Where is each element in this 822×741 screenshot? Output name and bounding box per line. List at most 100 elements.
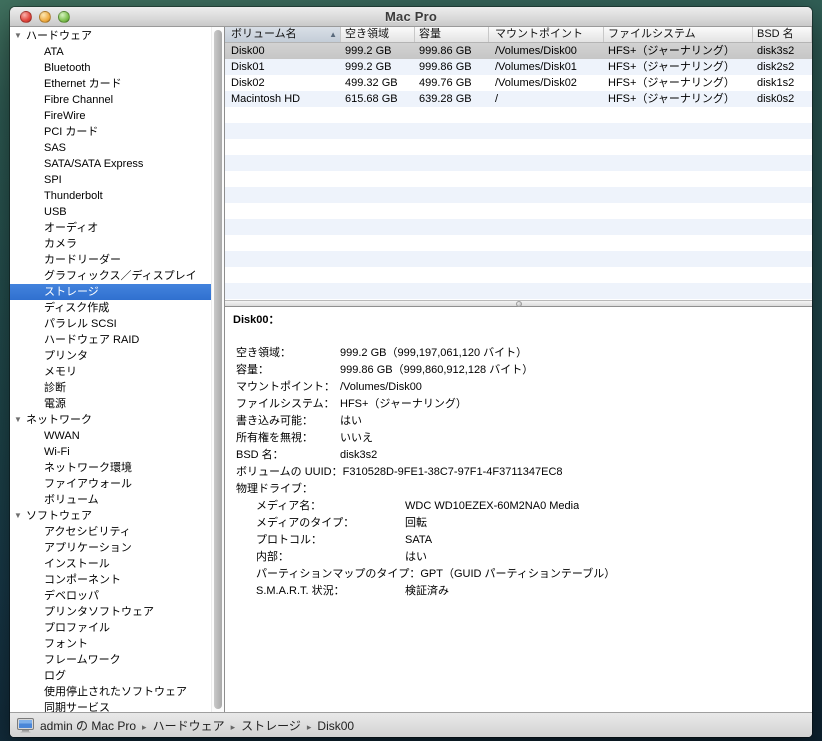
detail-label: 所有権を無視： <box>225 430 340 447</box>
sidebar-item-4[interactable]: Fibre Channel <box>10 92 211 108</box>
sidebar-item-34[interactable]: コンポーネント <box>10 572 211 588</box>
detail-row-5: 所有権を無視：いいえ <box>225 430 812 447</box>
sidebar-item-17[interactable]: ディスク作成 <box>10 300 211 316</box>
sidebar-item-14[interactable]: カードリーダー <box>10 252 211 268</box>
sidebar-item-15[interactable]: グラフィックス／ディスプレイ <box>10 268 211 284</box>
table-cell: /Volumes/Disk02 <box>489 75 604 91</box>
sidebar-item-16[interactable]: ストレージ <box>10 284 211 300</box>
detail-label: マウントポイント： <box>225 379 340 396</box>
sidebar-item-22[interactable]: 診断 <box>10 380 211 396</box>
column-header-4[interactable]: ファイルシステム <box>604 27 753 42</box>
sidebar-item-5[interactable]: FireWire <box>10 108 211 124</box>
sidebar-scrollbar[interactable] <box>211 27 225 712</box>
sidebar-item-label: プロファイル <box>44 622 110 634</box>
column-header-label: マウントポイント <box>495 27 583 42</box>
table-cell: HFS+（ジャーナリング） <box>604 43 753 59</box>
detail-value: はい <box>405 549 427 566</box>
close-button[interactable] <box>20 11 32 23</box>
minimize-button[interactable] <box>39 11 51 23</box>
sidebar-item-39[interactable]: フレームワーク <box>10 652 211 668</box>
column-header-0[interactable]: ボリューム名▲ <box>225 27 341 42</box>
sidebar-item-11[interactable]: USB <box>10 204 211 220</box>
sidebar-item-23[interactable]: 電源 <box>10 396 211 412</box>
sidebar-item-label: 使用停止されたソフトウェア <box>44 686 187 698</box>
sidebar-item-36[interactable]: プリンタソフトウェア <box>10 604 211 620</box>
table-cell: disk3s2 <box>753 43 812 59</box>
sidebar-item-32[interactable]: アプリケーション <box>10 540 211 556</box>
volume-detail-pane: Disk00： 空き領域：999.2 GB（999,197,061,120 バイ… <box>225 307 812 712</box>
breadcrumb-separator-icon: ▸ <box>231 722 236 732</box>
sidebar-item-40[interactable]: ログ <box>10 668 211 684</box>
sidebar-item-13[interactable]: カメラ <box>10 236 211 252</box>
table-cell: HFS+（ジャーナリング） <box>604 75 753 91</box>
column-header-label: 容量 <box>419 27 441 42</box>
sidebar-item-28[interactable]: ファイアウォール <box>10 476 211 492</box>
sidebar-item-26[interactable]: Wi-Fi <box>10 444 211 460</box>
detail-rows: 空き領域：999.2 GB（999,197,061,120 バイト）容量：999… <box>225 345 812 600</box>
sidebar-item-33[interactable]: インストール <box>10 556 211 572</box>
sidebar-item-label: フォント <box>44 638 88 650</box>
detail-value: WDC WD10EZEX-60M2NA0 Media <box>405 498 579 515</box>
sidebar-item-38[interactable]: フォント <box>10 636 211 652</box>
detail-value: disk3s2 <box>340 447 377 464</box>
sidebar-item-7[interactable]: SAS <box>10 140 211 156</box>
sidebar-item-19[interactable]: ハードウェア RAID <box>10 332 211 348</box>
disclosure-triangle-icon[interactable]: ▼ <box>14 508 26 524</box>
sidebar-item-label: プリンタソフトウェア <box>44 606 154 618</box>
sidebar-item-20[interactable]: プリンタ <box>10 348 211 364</box>
table-cell: 999.86 GB <box>415 59 489 75</box>
table-row-Disk00[interactable]: Disk00999.2 GB999.86 GB/Volumes/Disk00HF… <box>225 43 812 59</box>
breadcrumb-separator-icon: ▸ <box>307 722 312 732</box>
pane-splitter[interactable] <box>225 300 812 307</box>
window-title: Mac Pro <box>385 9 437 24</box>
table-cell: 499.76 GB <box>415 75 489 91</box>
sidebar-item-41[interactable]: 使用停止されたソフトウェア <box>10 684 211 700</box>
sidebar-group-30[interactable]: ▼ソフトウェア <box>10 508 211 524</box>
zoom-button[interactable] <box>58 11 70 23</box>
sidebar-group-24[interactable]: ▼ネットワーク <box>10 412 211 428</box>
table-cell: HFS+（ジャーナリング） <box>604 59 753 75</box>
sidebar-item-label: ATA <box>44 46 64 58</box>
sidebar-item-27[interactable]: ネットワーク環境 <box>10 460 211 476</box>
sidebar-item-25[interactable]: WWAN <box>10 428 211 444</box>
sidebar-group-0[interactable]: ▼ハードウェア <box>10 28 211 44</box>
sidebar-item-37[interactable]: プロファイル <box>10 620 211 636</box>
sidebar-item-6[interactable]: PCI カード <box>10 124 211 140</box>
sidebar-scrollbar-thumb[interactable] <box>214 30 222 709</box>
sidebar-item-label: Wi-Fi <box>44 446 70 458</box>
detail-label: S.M.A.R.T. 状況： <box>225 583 405 600</box>
sidebar-item-21[interactable]: メモリ <box>10 364 211 380</box>
sidebar-item-label: ハードウェア RAID <box>44 334 139 346</box>
table-cell: disk0s2 <box>753 91 812 107</box>
disclosure-triangle-icon[interactable]: ▼ <box>14 412 26 428</box>
sidebar-item-8[interactable]: SATA/SATA Express <box>10 156 211 172</box>
column-header-2[interactable]: 容量 <box>415 27 489 42</box>
sidebar-item-label: Bluetooth <box>44 62 90 74</box>
column-header-5[interactable]: BSD 名 <box>753 27 812 42</box>
sidebar-item-label: ソフトウェア <box>26 510 92 522</box>
disclosure-triangle-icon[interactable]: ▼ <box>14 28 26 44</box>
title-bar[interactable]: Mac Pro <box>10 7 812 27</box>
table-cell: 499.32 GB <box>341 75 415 91</box>
table-row-Disk02[interactable]: Disk02499.32 GB499.76 GB/Volumes/Disk02H… <box>225 75 812 91</box>
sidebar-item-2[interactable]: Bluetooth <box>10 60 211 76</box>
sidebar-item-29[interactable]: ボリューム <box>10 492 211 508</box>
sidebar-item-31[interactable]: アクセシビリティ <box>10 524 211 540</box>
table-row-Macintosh HD[interactable]: Macintosh HD615.68 GB639.28 GB/HFS+（ジャーナ… <box>225 91 812 107</box>
sidebar-item-label: Ethernet カード <box>44 78 122 90</box>
column-header-3[interactable]: マウントポイント <box>489 27 604 42</box>
sidebar-item-9[interactable]: SPI <box>10 172 211 188</box>
sidebar-item-35[interactable]: デベロッパ <box>10 588 211 604</box>
sidebar-item-label: SAS <box>44 142 66 154</box>
sidebar-item-label: オーディオ <box>44 222 98 234</box>
sidebar-item-1[interactable]: ATA <box>10 44 211 60</box>
sidebar-item-12[interactable]: オーディオ <box>10 220 211 236</box>
column-header-1[interactable]: 空き領域 <box>341 27 415 42</box>
detail-value: 検証済み <box>405 583 449 600</box>
sidebar-item-3[interactable]: Ethernet カード <box>10 76 211 92</box>
detail-row-6: BSD 名：disk3s2 <box>225 447 812 464</box>
sidebar-item-42[interactable]: 同期サービス <box>10 700 211 712</box>
sidebar-item-18[interactable]: パラレル SCSI <box>10 316 211 332</box>
sidebar-item-10[interactable]: Thunderbolt <box>10 188 211 204</box>
table-row-Disk01[interactable]: Disk01999.2 GB999.86 GB/Volumes/Disk01HF… <box>225 59 812 75</box>
